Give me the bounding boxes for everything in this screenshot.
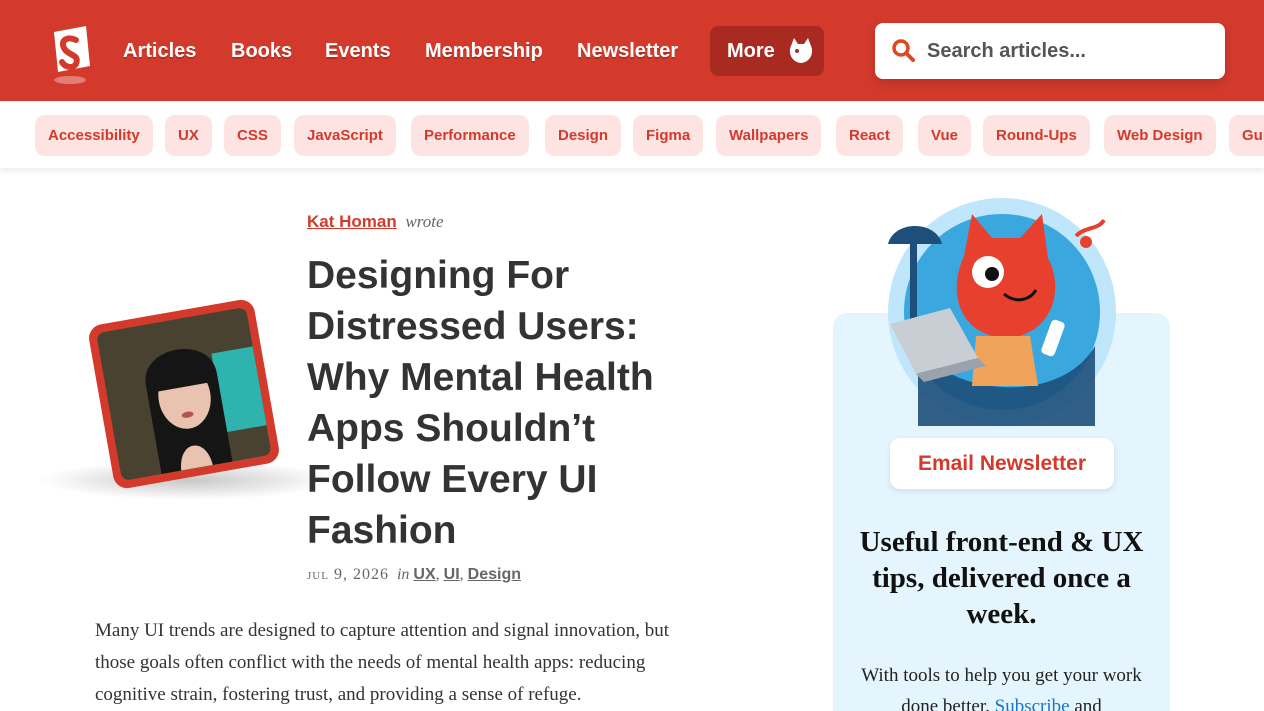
more-menu-button[interactable]: More [710, 26, 824, 76]
nav-articles[interactable]: Articles [123, 36, 196, 66]
newsletter-heading: Useful front-end & UX tips, delivered on… [859, 526, 1144, 630]
category-link-ui[interactable]: UI [444, 566, 460, 583]
search-box [875, 23, 1225, 79]
wrote-label: wrote [405, 212, 444, 231]
tag-react[interactable]: React [836, 115, 903, 156]
tag-performance[interactable]: Performance [411, 115, 529, 156]
nav-books[interactable]: Books [231, 36, 292, 66]
subscribe-link[interactable]: Subscribe [995, 696, 1070, 711]
author-link[interactable]: Kat Homan [307, 212, 397, 231]
portrait-illustration [96, 306, 272, 482]
tag-vue[interactable]: Vue [918, 115, 971, 156]
nav-membership[interactable]: Membership [425, 36, 543, 66]
tag-web-design[interactable]: Web Design [1104, 115, 1216, 156]
tag-accessibility[interactable]: Accessibility [35, 115, 153, 156]
smashing-logo-icon[interactable] [46, 26, 94, 88]
nav-events[interactable]: Events [325, 36, 391, 66]
tag-javascript[interactable]: JavaScript [294, 115, 396, 156]
email-newsletter-button[interactable]: Email Newsletter [890, 438, 1114, 489]
topic-tags-bar: Accessibility UX CSS JavaScript Performa… [0, 101, 1264, 168]
nav-newsletter[interactable]: Newsletter [577, 36, 678, 66]
publish-date: jul 9, 2026 [307, 566, 389, 583]
mascot-illustration [888, 198, 1116, 426]
more-label: More [727, 40, 775, 62]
search-input[interactable] [927, 33, 1207, 69]
tag-round-ups[interactable]: Round-Ups [983, 115, 1090, 156]
article-title: Designing For Distressed Users: Why Ment… [307, 254, 654, 552]
author-photo[interactable] [86, 297, 282, 491]
category-link-design[interactable]: Design [468, 566, 521, 583]
newsletter-text-after: and [1074, 696, 1102, 711]
tag-guides[interactable]: Guides [1229, 115, 1264, 156]
tag-ux[interactable]: UX [165, 115, 212, 156]
article-meta: jul 9, 2026 in UX, UI, Design [307, 566, 521, 584]
cat-mascot-icon [789, 38, 813, 63]
tag-figma[interactable]: Figma [633, 115, 704, 156]
author-portrait [96, 306, 272, 482]
tag-css[interactable]: CSS [224, 115, 281, 156]
newsletter-description: With tools to help you get your work don… [850, 660, 1153, 711]
category-separator: , [435, 566, 444, 583]
top-navigation-bar: Articles Books Events Membership Newslet… [0, 0, 1264, 101]
in-label: in [396, 566, 410, 583]
author-byline: Kat Homan wrote [307, 212, 444, 232]
category-link-ux[interactable]: UX [413, 566, 435, 583]
article-intro: Many UI trends are designed to capture a… [95, 620, 670, 705]
category-separator: , [459, 566, 468, 583]
tag-wallpapers[interactable]: Wallpapers [716, 115, 822, 156]
tag-design[interactable]: Design [545, 115, 622, 156]
search-icon[interactable] [891, 38, 915, 62]
